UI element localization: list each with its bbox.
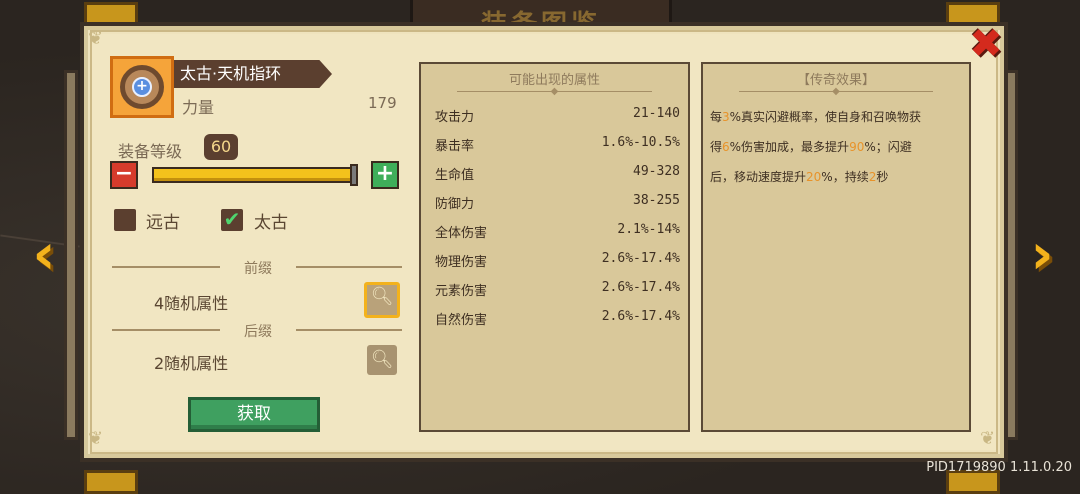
attribute-name: 生命值 — [435, 168, 475, 183]
divider-ornament: ◆ — [832, 86, 840, 97]
gem-icon: + — [132, 77, 152, 97]
level-slider-handle[interactable] — [350, 164, 358, 186]
close-button[interactable]: ✖ — [964, 24, 1008, 64]
attribute-range: 38-255 — [633, 193, 680, 208]
attribute-row: 暴击率 1.6%-10.5% — [435, 135, 680, 155]
suffix-text: 2随机属性 — [154, 354, 229, 373]
level-increase-button[interactable]: + — [371, 161, 399, 189]
minus-icon: − — [114, 161, 134, 186]
attribute-range: 49-328 — [633, 164, 680, 179]
attribute-range: 2.6%-17.4% — [601, 309, 680, 324]
attribute-row: 元素伤害 2.6%-17.4% — [435, 280, 680, 300]
flourish-ornament: ❦ — [980, 428, 996, 449]
close-icon: ✖ — [969, 21, 1003, 67]
attribute-range: 21-140 — [633, 106, 680, 121]
level-value: 60 — [204, 134, 238, 160]
attribute-name: 物理伤害 — [435, 255, 488, 270]
flourish-ornament: ❦ — [88, 428, 104, 449]
attribute-row: 防御力 38-255 — [435, 193, 680, 213]
flourish-ornament: ❦ — [88, 28, 104, 49]
attribute-range: 2.6%-17.4% — [601, 280, 680, 295]
attribute-row: 全体伤害 2.1%-14% — [435, 222, 680, 242]
attribute-row: 生命值 49-328 — [435, 164, 680, 184]
attribute-range: 2.6%-17.4% — [601, 251, 680, 266]
magnify-icon: 🔍︎ — [370, 286, 394, 307]
attribute-name: 暴击率 — [435, 139, 475, 154]
tier-primal-label: 太古 — [254, 213, 288, 233]
attribute-name: 防御力 — [435, 197, 475, 212]
attribute-row: 自然伤害 2.6%-17.4% — [435, 309, 680, 329]
attribute-row: 物理伤害 2.6%-17.4% — [435, 251, 680, 271]
stat-label: 力量 — [182, 98, 215, 117]
suffix-magnify-button[interactable]: 🔍︎ — [367, 345, 397, 375]
level-slider[interactable] — [152, 167, 358, 183]
attributes-panel: 可能出现的属性 ◆ 攻击力 21-140 暴击率 1.6%-10.5% 生命值 … — [419, 62, 690, 432]
prefix-magnify-button[interactable]: 🔍︎ — [364, 282, 400, 318]
acquire-button[interactable]: 获取 — [188, 397, 320, 432]
divider — [112, 329, 220, 331]
legendary-line: 得6%伤害加成，最多提升90%；闪避 — [710, 140, 912, 154]
prefix-label: 前缀 — [244, 261, 272, 277]
attribute-row: 攻击力 21-140 — [435, 106, 680, 126]
divider — [296, 266, 402, 268]
item-name: 太古·天机指环 — [174, 60, 332, 88]
level-label: 装备等级 — [118, 142, 183, 161]
item-icon: + — [110, 56, 174, 118]
divider — [296, 329, 402, 331]
attribute-range: 2.1%-14% — [617, 222, 680, 237]
level-slider-fill — [154, 169, 352, 181]
chevron-left-icon[interactable]: ‹ — [24, 227, 64, 283]
attribute-name: 元素伤害 — [435, 284, 488, 299]
legendary-description: 每3%真实闪避概率，使自身和召唤物获 得6%伤害加成，最多提升90%；闪避 后，… — [710, 102, 961, 192]
legendary-effect-panel: 【传奇效果】 ◆ 每3%真实闪避概率，使自身和召唤物获 得6%伤害加成，最多提升… — [701, 62, 971, 432]
attribute-name: 全体伤害 — [435, 226, 488, 241]
chevron-right-icon[interactable]: › — [1022, 227, 1062, 283]
stat-value: 179 — [368, 94, 397, 112]
tier-ancient-label: 远古 — [146, 213, 180, 233]
suffix-label: 后缀 — [244, 324, 272, 340]
attribute-name: 自然伤害 — [435, 313, 488, 328]
level-decrease-button[interactable]: − — [110, 161, 138, 189]
magnify-icon: 🔍︎ — [370, 349, 394, 370]
attribute-range: 1.6%-10.5% — [601, 135, 680, 150]
legendary-line: 后，移动速度提升20%，持续2秒 — [710, 170, 889, 184]
ring-icon: + — [120, 65, 164, 109]
left-frame — [64, 70, 78, 440]
tier-primal-checkbox[interactable]: ✔ — [221, 209, 243, 231]
plus-icon: + — [375, 161, 395, 186]
attribute-name: 攻击力 — [435, 110, 475, 125]
legendary-line: 每3%真实闪避概率，使自身和召唤物获 — [710, 110, 922, 124]
corner-bracket — [84, 470, 138, 494]
version-label: PID1719890 1.11.0.20 — [926, 460, 1072, 475]
tier-ancient-checkbox[interactable] — [114, 209, 136, 231]
divider — [112, 266, 220, 268]
divider-ornament: ◆ — [550, 86, 559, 97]
prefix-text: 4随机属性 — [154, 294, 229, 313]
